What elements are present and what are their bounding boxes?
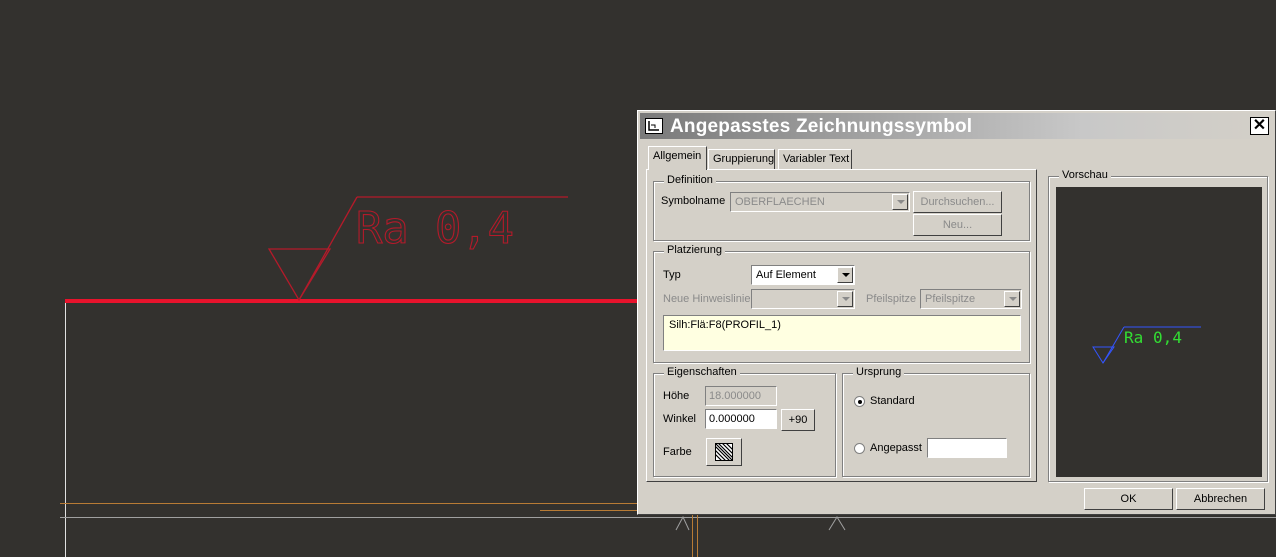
placement-group-label: Platzierung <box>664 244 726 256</box>
dialog-titlebar[interactable]: Angepasstes Zeichnungssymbol ✕ <box>640 113 1273 139</box>
aux-mark-2 <box>828 516 846 531</box>
surface-symbol-triangle <box>267 248 332 302</box>
leader-label: Neue Hinweislinie <box>663 293 751 305</box>
properties-group-label: Eigenschaften <box>664 366 740 378</box>
preview-group: Vorschau Ra 0,4 <box>1048 169 1268 482</box>
angle-label: Winkel <box>663 413 697 425</box>
preview-screen: Ra 0,4 <box>1056 187 1262 477</box>
browse-button[interactable]: Durchsuchen... <box>913 191 1002 213</box>
ok-button[interactable]: OK <box>1084 488 1173 510</box>
custom-origin-input[interactable] <box>927 438 1007 458</box>
preview-symbol-text: Ra 0,4 <box>1124 328 1182 347</box>
angle-input[interactable]: 0.000000 <box>705 409 777 429</box>
height-input: 18.000000 <box>705 386 777 406</box>
symbolname-value: OBERFLAECHEN <box>735 196 825 208</box>
plus90-button[interactable]: +90 <box>781 409 815 431</box>
new-button[interactable]: Neu... <box>913 214 1002 236</box>
surface-symbol-text: Ra 0,4 <box>356 203 514 254</box>
preview-symbol: Ra 0,4 <box>1092 326 1201 364</box>
chevron-down-icon <box>892 194 908 210</box>
reference-item[interactable]: Silh:Flä:F8(PROFIL_1) <box>669 319 781 331</box>
symbolname-label: Symbolname <box>661 195 726 207</box>
definition-group: Definition Symbolname OBERFLAECHEN Durch… <box>653 174 1030 241</box>
tab-gruppierung[interactable]: Gruppierung <box>708 149 775 169</box>
tab-panel: Definition Symbolname OBERFLAECHEN Durch… <box>646 169 1037 482</box>
surface-finish-symbol[interactable]: Ra 0,4 <box>267 196 568 302</box>
reference-list[interactable]: Silh:Flä:F8(PROFIL_1) <box>663 315 1021 351</box>
typ-value: Auf Element <box>756 269 816 281</box>
standard-radio[interactable] <box>854 396 865 407</box>
symbolname-combo: OBERFLAECHEN <box>730 192 910 212</box>
arrow-value: Pfeilspitze <box>925 293 976 305</box>
tab-allgemein[interactable]: Allgemein <box>648 146 707 170</box>
dialog-title: Angepasstes Zeichnungssymbol <box>670 116 973 137</box>
custom-radio[interactable] <box>854 443 865 454</box>
origin-group: Ursprung Standard Angepasst <box>842 366 1030 477</box>
typ-select[interactable]: Auf Element <box>751 265 855 285</box>
arrow-select: Pfeilspitze <box>920 289 1022 309</box>
leader-select <box>751 289 855 309</box>
origin-group-label: Ursprung <box>853 366 905 378</box>
properties-group: Eigenschaften Höhe 18.000000 Winkel 0.00… <box>653 366 836 477</box>
hatch-icon <box>714 442 734 462</box>
custom-label[interactable]: Angepasst <box>870 442 922 454</box>
app-icon <box>645 118 663 134</box>
cancel-button[interactable]: Abbrechen <box>1176 488 1265 510</box>
tab-variabler-text[interactable]: Variabler Text <box>778 149 852 169</box>
color-label: Farbe <box>663 446 692 458</box>
definition-group-label: Definition <box>664 174 716 186</box>
custom-symbol-dialog: Angepasstes Zeichnungssymbol ✕ Allgemein… <box>637 110 1276 515</box>
chevron-down-icon <box>1004 291 1020 307</box>
chevron-down-icon[interactable] <box>837 267 853 283</box>
standard-label[interactable]: Standard <box>870 395 915 407</box>
color-button[interactable] <box>706 438 742 466</box>
typ-label: Typ <box>663 269 681 281</box>
chevron-down-icon <box>837 291 853 307</box>
close-button[interactable]: ✕ <box>1250 117 1269 135</box>
aux-mark-1 <box>675 515 690 531</box>
height-label: Höhe <box>663 390 690 402</box>
arrow-label: Pfeilspitze <box>866 293 917 305</box>
preview-group-label: Vorschau <box>1059 169 1111 181</box>
